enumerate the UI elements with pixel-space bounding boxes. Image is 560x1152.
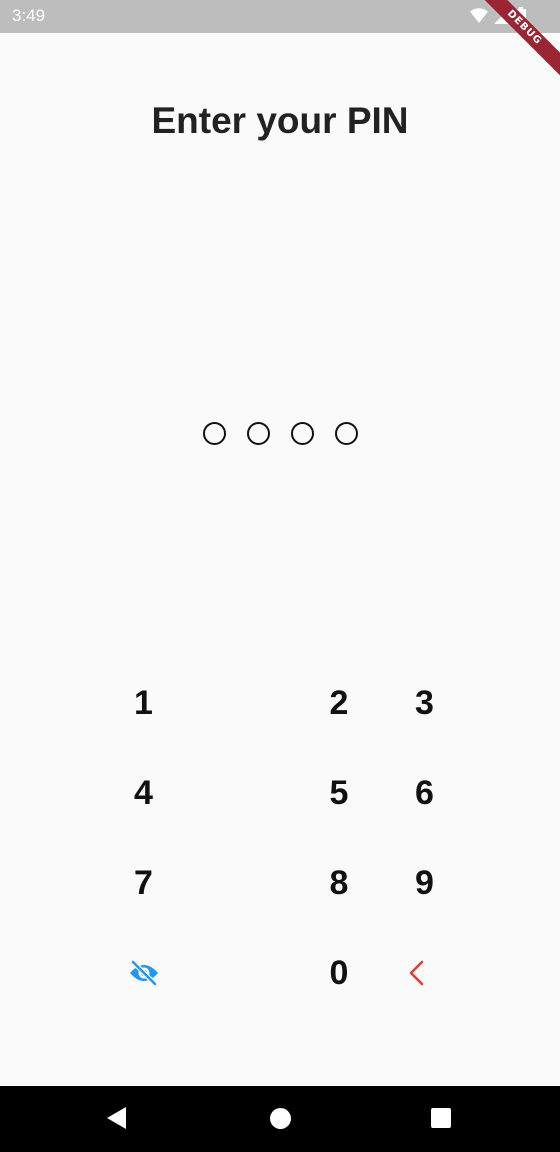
pin-dot-3 — [290, 422, 314, 445]
numeric-keypad: 1 2 3 4 5 6 7 8 9 0 — [0, 658, 560, 1018]
toggle-visibility-button[interactable] — [0, 928, 271, 1018]
key-0-button[interactable]: 0 — [271, 928, 407, 1018]
key-0-label: 0 — [329, 953, 349, 992]
debug-ribbon-label: DEBUG — [470, 0, 560, 84]
key-2-label: 2 — [329, 683, 349, 722]
home-icon[interactable] — [270, 1108, 291, 1129]
key-1-label: 1 — [134, 683, 153, 722]
key-1-button[interactable]: 1 — [0, 658, 271, 748]
status-time: 3:49 — [12, 6, 46, 25]
key-3-label: 3 — [415, 683, 434, 722]
key-5-label: 5 — [329, 773, 349, 812]
key-6-button[interactable]: 6 — [407, 748, 560, 838]
system-nav-bar — [0, 1086, 560, 1152]
key-2-button[interactable]: 2 — [271, 658, 407, 748]
backspace-button[interactable] — [407, 928, 560, 1018]
key-6-label: 6 — [415, 773, 434, 812]
pin-dot-2 — [246, 422, 270, 445]
key-4-button[interactable]: 4 — [0, 748, 271, 838]
key-7-label: 7 — [134, 863, 153, 902]
recent-apps-icon[interactable] — [431, 1108, 451, 1128]
key-5-button[interactable]: 5 — [271, 748, 407, 838]
key-7-button[interactable]: 7 — [0, 838, 271, 928]
pin-dot-4 — [334, 422, 358, 445]
key-3-button[interactable]: 3 — [407, 658, 560, 748]
key-8-button[interactable]: 8 — [271, 838, 407, 928]
back-icon[interactable] — [107, 1107, 127, 1129]
key-9-button[interactable]: 9 — [407, 838, 560, 928]
chevron-left-icon — [409, 960, 424, 986]
pin-dot-1 — [202, 422, 226, 445]
pin-indicator — [0, 422, 560, 445]
key-4-label: 4 — [134, 773, 153, 812]
eye-off-icon — [130, 960, 158, 986]
page-title: Enter your PIN — [151, 100, 409, 141]
key-8-label: 8 — [329, 863, 349, 902]
key-9-label: 9 — [415, 863, 434, 902]
debug-banner: DEBUG — [470, 0, 560, 90]
